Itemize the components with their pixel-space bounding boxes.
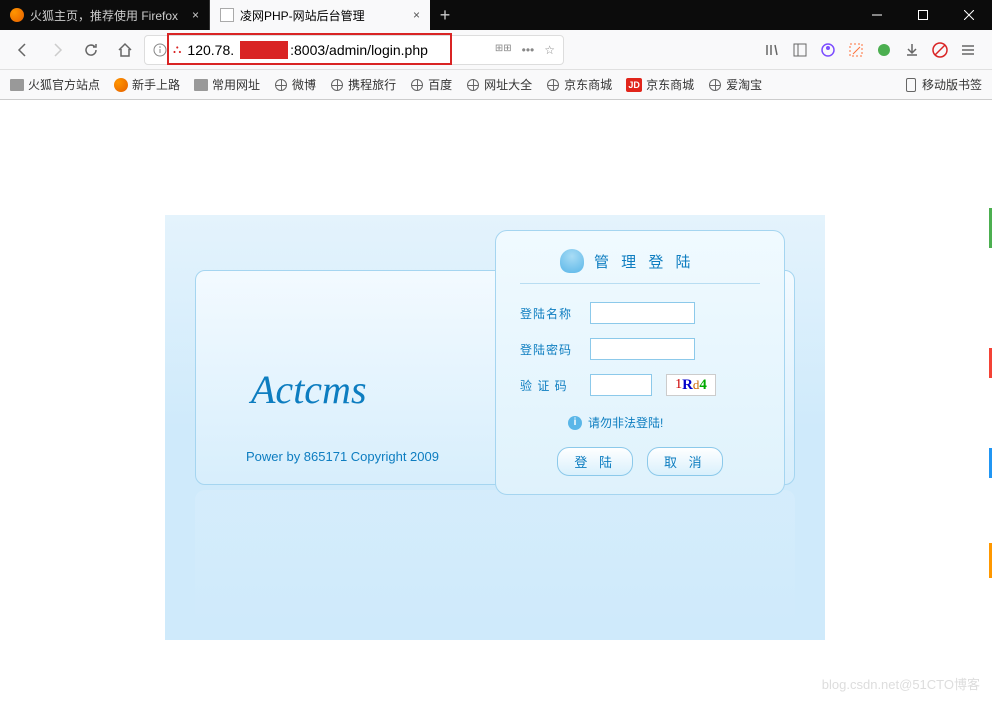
bookmark-item[interactable]: 火狐官方站点 — [10, 76, 100, 93]
bookmark-label: 移动版书签 — [922, 76, 982, 93]
username-input[interactable] — [590, 302, 695, 324]
bookmark-label: 京东商城 — [564, 76, 612, 93]
warning-message: i 请勿非法登陆! — [568, 414, 760, 431]
warning-text: 请勿非法登陆! — [588, 414, 663, 431]
home-button[interactable] — [110, 35, 140, 65]
bookmark-label: 常用网址 — [212, 76, 260, 93]
address-toolbar: ⛬ 120.78. :8003/admin/login.php ⊞⊞ ••• ☆ — [0, 30, 992, 70]
bookmark-item[interactable]: 爱淘宝 — [708, 76, 762, 93]
user-icon — [560, 249, 584, 273]
download-icon[interactable] — [904, 42, 920, 58]
bookmark-item[interactable]: 常用网址 — [194, 76, 260, 93]
bookmark-label: 网址大全 — [484, 76, 532, 93]
bookmark-label: 爱淘宝 — [726, 76, 762, 93]
button-row: 登 陆 取 消 — [520, 447, 760, 476]
bookmark-item[interactable]: 网址大全 — [466, 76, 532, 93]
maximize-button[interactable] — [900, 0, 946, 30]
form-row-captcha: 验 证 码 1Rd4 — [520, 374, 760, 396]
menu-icon[interactable] — [960, 42, 976, 58]
login-form: 管 理 登 陆 登陆名称 登陆密码 验 证 码 1Rd4 i 请勿非法登陆! — [495, 230, 785, 495]
bookmark-mobile[interactable]: 移动版书签 — [904, 76, 982, 93]
cancel-button[interactable]: 取 消 — [647, 447, 723, 476]
tab-label: 凌网PHP-网站后台管理 — [240, 7, 365, 24]
bookmark-label: 火狐官方站点 — [28, 76, 100, 93]
close-icon[interactable]: × — [413, 8, 420, 22]
url-input[interactable]: ⛬ 120.78. :8003/admin/login.php ⊞⊞ ••• ☆ — [144, 35, 564, 65]
bookmark-item[interactable]: 微博 — [274, 76, 316, 93]
copyright-text: Power by 865171 Copyright 2009 — [246, 449, 439, 464]
firefox-icon — [10, 8, 24, 22]
login-container: Actcms Power by 865171 Copyright 2009 管 … — [165, 215, 825, 640]
form-row-username: 登陆名称 — [520, 302, 760, 324]
forward-button[interactable] — [42, 35, 72, 65]
label-password: 登陆密码 — [520, 341, 576, 358]
bookmark-item[interactable]: 京东商城 — [546, 76, 612, 93]
bookmark-item[interactable]: JD 京东商城 — [626, 76, 694, 93]
minimize-button[interactable] — [854, 0, 900, 30]
close-icon[interactable]: × — [192, 8, 199, 22]
login-title: 管 理 登 陆 — [560, 249, 760, 273]
bookmark-item[interactable]: 携程旅行 — [330, 76, 396, 93]
info-icon — [153, 43, 167, 57]
sidebar-icon[interactable] — [792, 42, 808, 58]
url-text-prefix: 120.78. — [187, 42, 234, 58]
page-icon — [220, 8, 234, 22]
form-row-password: 登陆密码 — [520, 338, 760, 360]
label-captcha: 验 证 码 — [520, 377, 576, 394]
screenshot-icon[interactable] — [848, 42, 864, 58]
captcha-input[interactable] — [590, 374, 652, 396]
account-icon[interactable] — [820, 42, 836, 58]
captcha-image[interactable]: 1Rd4 — [666, 374, 716, 396]
info-icon: i — [568, 416, 582, 430]
brand-logo: Actcms — [251, 366, 367, 413]
bookmark-label: 百度 — [428, 76, 452, 93]
back-button[interactable] — [8, 35, 38, 65]
page-content: Actcms Power by 865171 Copyright 2009 管 … — [0, 100, 992, 703]
label-username: 登陆名称 — [520, 305, 576, 322]
browser-tab-inactive[interactable]: 火狐主页，推荐使用 Firefox × — [0, 0, 210, 30]
window-titlebar: 火狐主页，推荐使用 Firefox × 凌网PHP-网站后台管理 × + — [0, 0, 992, 30]
bookmark-label: 新手上路 — [132, 76, 180, 93]
tab-label: 火狐主页，推荐使用 Firefox — [30, 7, 178, 24]
bookmark-item[interactable]: 百度 — [410, 76, 452, 93]
divider — [520, 283, 760, 284]
bookmark-label: 微博 — [292, 76, 316, 93]
password-input[interactable] — [590, 338, 695, 360]
bookmarks-bar: 火狐官方站点 新手上路 常用网址 微博 携程旅行 百度 网址大全 京东商城 JD… — [0, 70, 992, 100]
reflection-decor — [195, 490, 795, 625]
noscript-icon[interactable] — [932, 42, 948, 58]
extension-icon[interactable] — [876, 42, 892, 58]
more-icon[interactable]: ••• — [522, 43, 535, 57]
close-window-button[interactable] — [946, 0, 992, 30]
login-title-text: 管 理 登 陆 — [594, 251, 695, 272]
bookmark-label: 携程旅行 — [348, 76, 396, 93]
bookmark-star-icon[interactable]: ☆ — [544, 43, 555, 57]
url-text-suffix: :8003/admin/login.php — [290, 42, 428, 58]
reader-icon[interactable]: ⊞⊞ — [495, 43, 512, 57]
bookmark-label: 京东商城 — [646, 76, 694, 93]
new-tab-button[interactable]: + — [430, 0, 460, 30]
browser-tab-active[interactable]: 凌网PHP-网站后台管理 × — [210, 0, 430, 30]
jd-icon: JD — [626, 78, 642, 92]
warning-icon: ⛬ — [173, 42, 181, 57]
library-icon[interactable] — [764, 42, 780, 58]
login-button[interactable]: 登 陆 — [557, 447, 633, 476]
reload-button[interactable] — [76, 35, 106, 65]
bookmark-item[interactable]: 新手上路 — [114, 76, 180, 93]
watermark-text: blog.csdn.net@51CTO博客 — [822, 674, 980, 693]
